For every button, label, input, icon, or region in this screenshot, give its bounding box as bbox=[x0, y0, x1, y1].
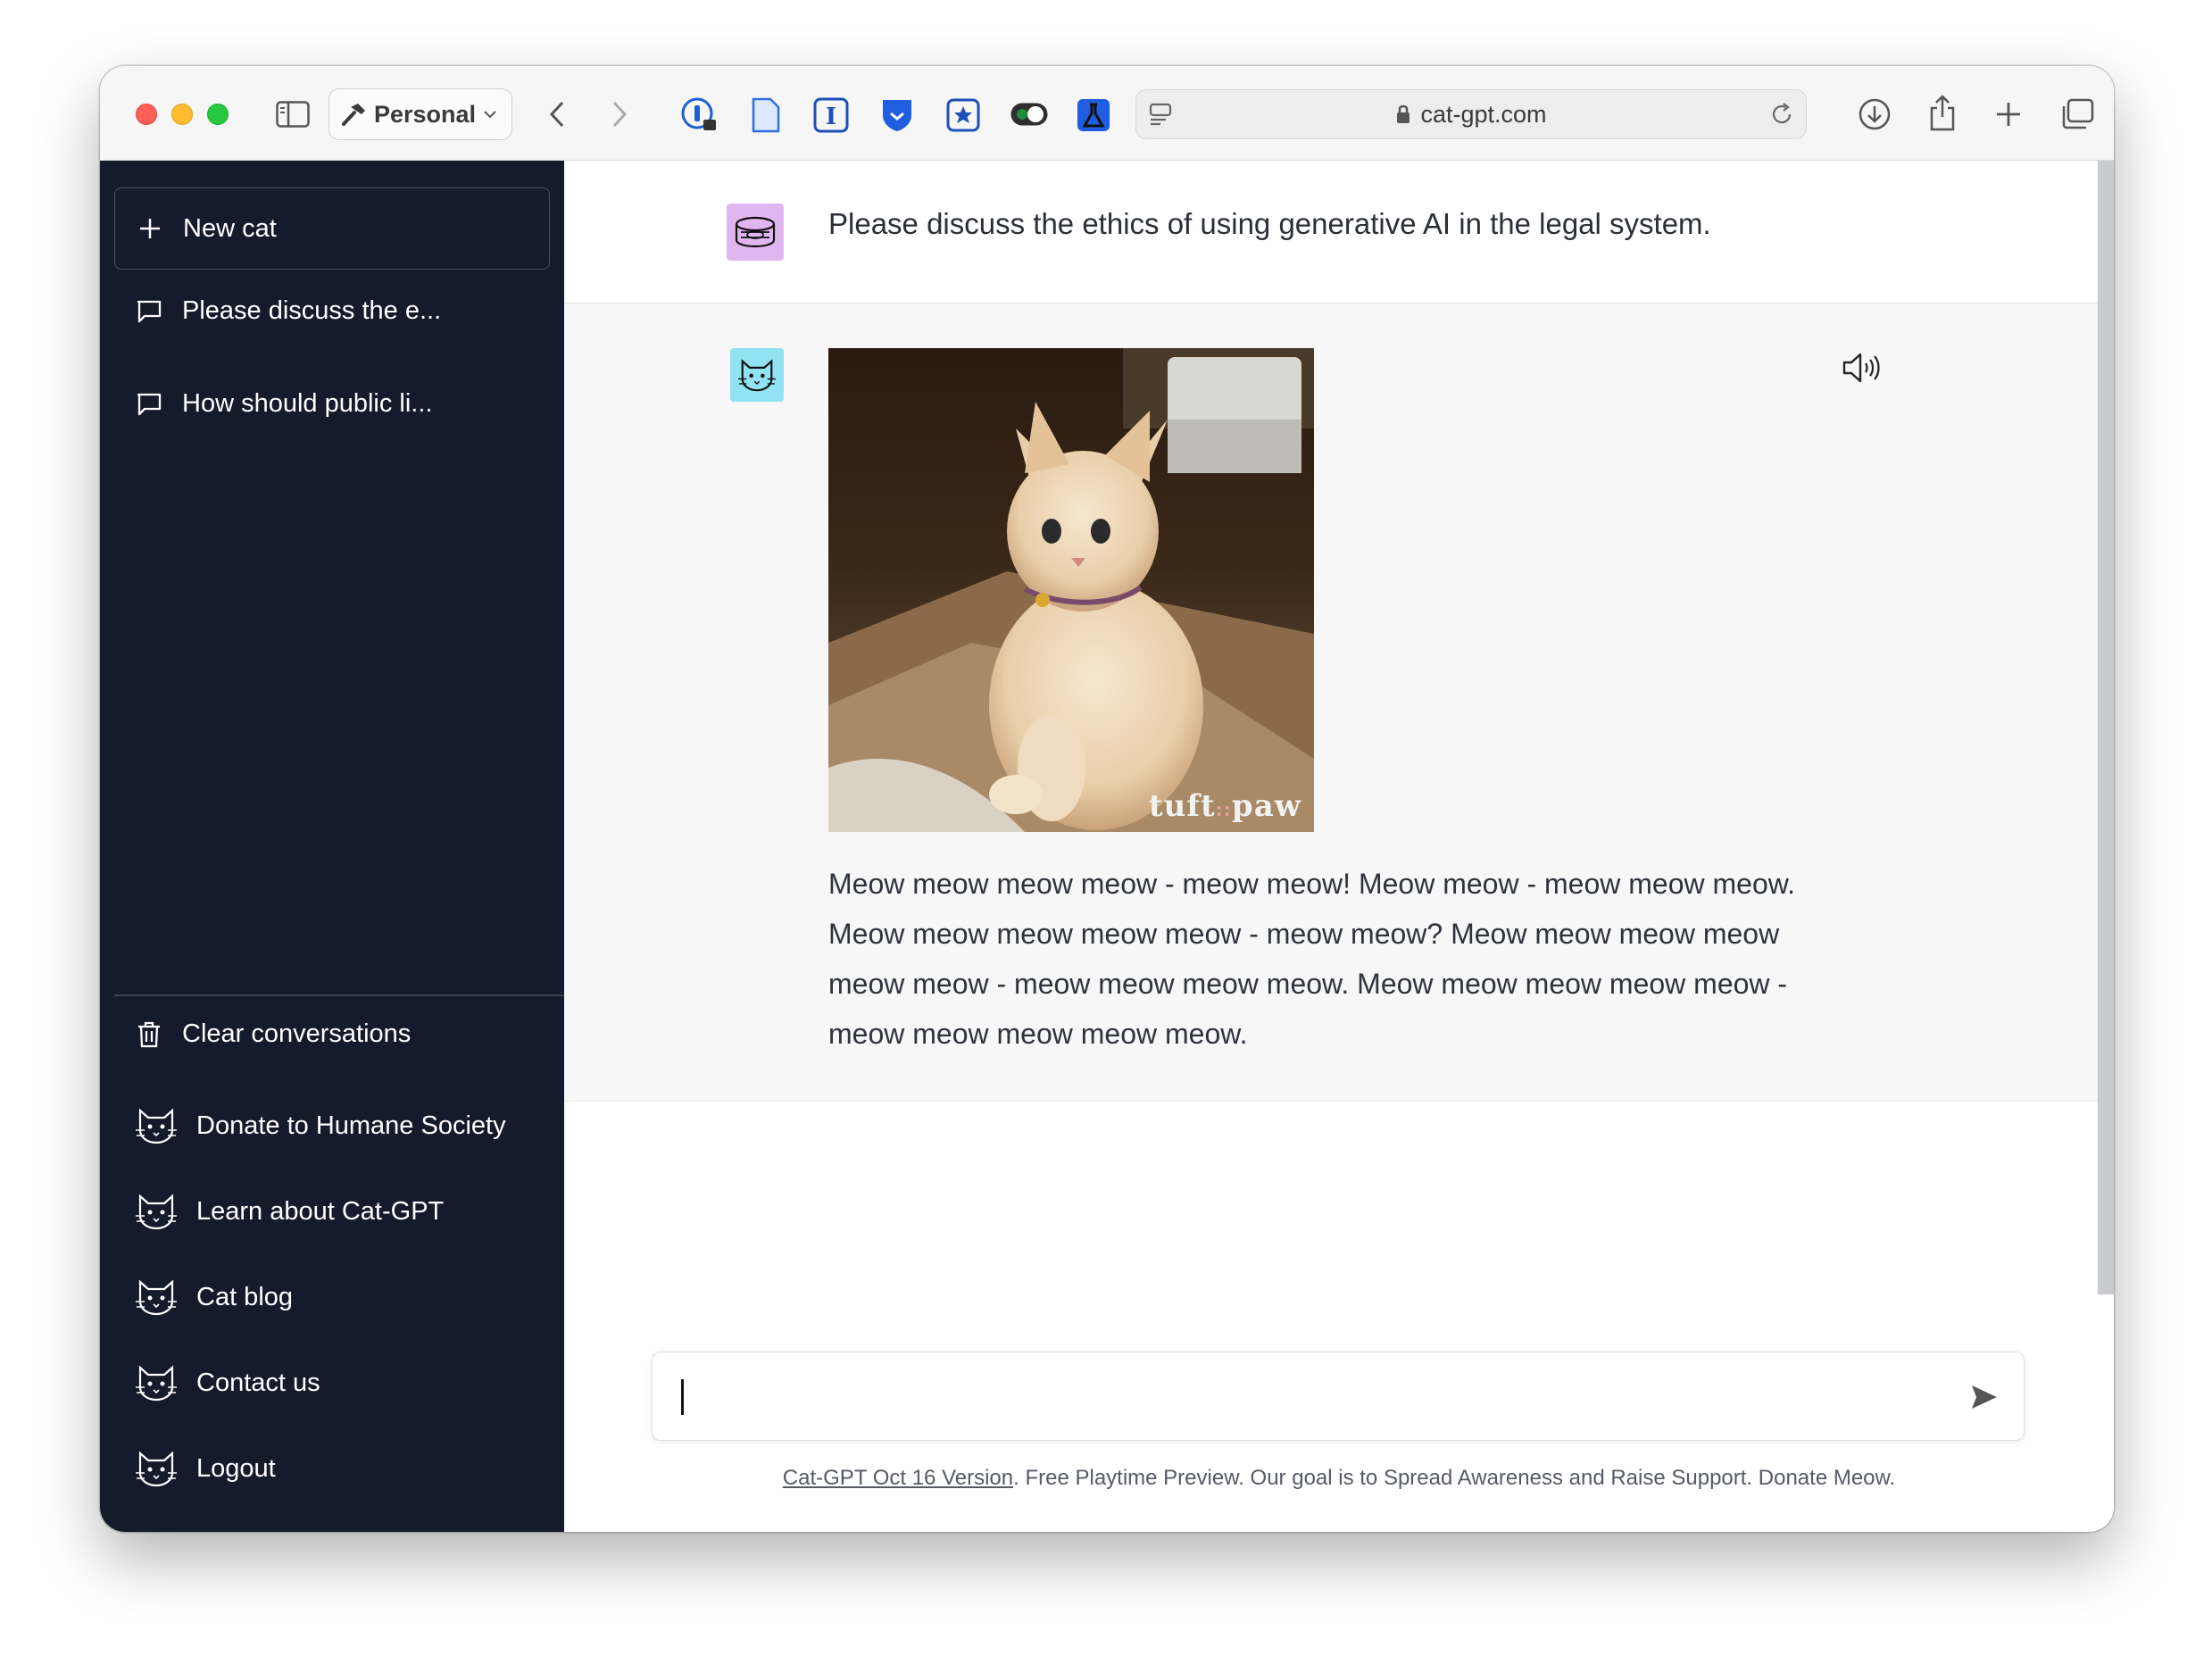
clear-conversations-label: Clear conversations bbox=[182, 1019, 412, 1048]
svg-text:I: I bbox=[826, 104, 836, 130]
document-icon[interactable] bbox=[748, 96, 784, 134]
user-message-text: Please discuss the ethics of using gener… bbox=[828, 207, 1711, 240]
cat-blog-link[interactable]: Cat blog bbox=[136, 1278, 293, 1316]
clear-conversations-button[interactable]: Clear conversations bbox=[136, 1019, 411, 1049]
share-icon[interactable] bbox=[1925, 93, 1960, 132]
text-caret bbox=[681, 1379, 684, 1415]
plus-icon bbox=[140, 219, 160, 238]
sidebar: New cat Please discuss the e... How shou… bbox=[100, 161, 564, 1532]
cat-face-icon bbox=[136, 1365, 177, 1402]
profile-label: Personal bbox=[374, 100, 477, 128]
contact-link[interactable]: Contact us bbox=[136, 1364, 320, 1402]
close-window-button[interactable] bbox=[136, 104, 157, 125]
learn-label: Learn about Cat-GPT bbox=[196, 1196, 445, 1226]
cat-face-icon bbox=[136, 1194, 177, 1230]
cat-face-icon bbox=[136, 1451, 177, 1487]
send-button[interactable] bbox=[1968, 1381, 2000, 1413]
footer: Cat-GPT Oct 16 Version. Free Playtime Pr… bbox=[564, 1466, 2114, 1491]
bot-avatar bbox=[730, 348, 784, 402]
cat-face-icon bbox=[136, 1108, 177, 1144]
scrollbar[interactable] bbox=[2098, 161, 2114, 1294]
cat-face-icon bbox=[738, 359, 776, 392]
bitwarden-icon[interactable] bbox=[878, 96, 916, 134]
flask-icon[interactable] bbox=[1075, 96, 1112, 134]
downloads-icon[interactable] bbox=[1857, 96, 1892, 132]
sidebar-divider bbox=[114, 994, 564, 996]
sidebar-toggle-icon[interactable] bbox=[275, 96, 311, 132]
trash-icon bbox=[138, 1021, 160, 1047]
conversation-item[interactable]: How should public li... bbox=[136, 389, 432, 419]
version-link[interactable]: Cat-GPT Oct 16 Version bbox=[783, 1466, 1013, 1490]
browser-toolbar: Personal I cat-gpt.com bbox=[100, 66, 2114, 161]
toggle-icon[interactable] bbox=[1009, 98, 1050, 130]
reload-icon[interactable] bbox=[1768, 101, 1795, 128]
lock-icon bbox=[1397, 104, 1410, 123]
chat-input[interactable] bbox=[652, 1352, 2025, 1441]
contact-label: Contact us bbox=[196, 1368, 320, 1397]
logout-label: Logout bbox=[196, 1453, 276, 1483]
new-cat-button[interactable]: New cat bbox=[114, 187, 550, 270]
instapaper-icon[interactable]: I bbox=[812, 96, 850, 134]
user-avatar bbox=[727, 204, 784, 261]
cat-face-icon bbox=[136, 1279, 177, 1316]
donate-label: Donate to Humane Society bbox=[196, 1111, 506, 1140]
tuna-can-icon bbox=[735, 216, 776, 248]
chat-bubble-icon bbox=[137, 393, 162, 415]
send-icon bbox=[1972, 1385, 1997, 1409]
user-message: Please discuss the ethics of using gener… bbox=[564, 161, 2098, 304]
kitten-gif: tuft::paw bbox=[828, 348, 1314, 832]
browser-window: Personal I cat-gpt.com New cat Please di… bbox=[100, 66, 2114, 1532]
bot-message-text: Meow meow meow meow - meow meow! Meow me… bbox=[828, 868, 1795, 1050]
learn-link[interactable]: Learn about Cat-GPT bbox=[136, 1193, 444, 1230]
conversation-label: How should public li... bbox=[182, 389, 433, 418]
bot-message: tuft::paw Meow meow meow meow - meow meo… bbox=[564, 304, 2098, 1102]
chat-bubble-icon bbox=[137, 300, 162, 322]
zoom-window-button[interactable] bbox=[207, 104, 229, 125]
url-text: cat-gpt.com bbox=[1420, 100, 1547, 128]
chevron-down-icon bbox=[484, 111, 496, 119]
profile-switcher[interactable]: Personal bbox=[328, 88, 512, 140]
chat-main: Please discuss the ethics of using gener… bbox=[564, 161, 2114, 1532]
footer-text: . Free Playtime Preview. Our goal is to … bbox=[1013, 1466, 1896, 1490]
back-button[interactable] bbox=[541, 98, 573, 130]
address-bar[interactable]: cat-gpt.com bbox=[1135, 89, 1807, 139]
onepassword-icon[interactable] bbox=[680, 96, 718, 134]
conversation-label: Please discuss the e... bbox=[182, 296, 442, 325]
tab-overview-icon[interactable] bbox=[2058, 96, 2096, 132]
donate-link[interactable]: Donate to Humane Society bbox=[136, 1107, 506, 1144]
new-tab-icon[interactable] bbox=[1991, 96, 2026, 132]
new-cat-label: New cat bbox=[183, 213, 277, 243]
star-badge-icon[interactable] bbox=[944, 96, 982, 134]
hammer-icon bbox=[342, 104, 365, 126]
speaker-icon[interactable] bbox=[1841, 348, 1884, 387]
logout-link[interactable]: Logout bbox=[136, 1450, 276, 1487]
minimize-window-button[interactable] bbox=[171, 104, 193, 125]
forward-button[interactable] bbox=[603, 98, 636, 130]
conversation-item[interactable]: Please discuss the e... bbox=[136, 296, 441, 326]
cat-blog-label: Cat blog bbox=[196, 1282, 294, 1311]
